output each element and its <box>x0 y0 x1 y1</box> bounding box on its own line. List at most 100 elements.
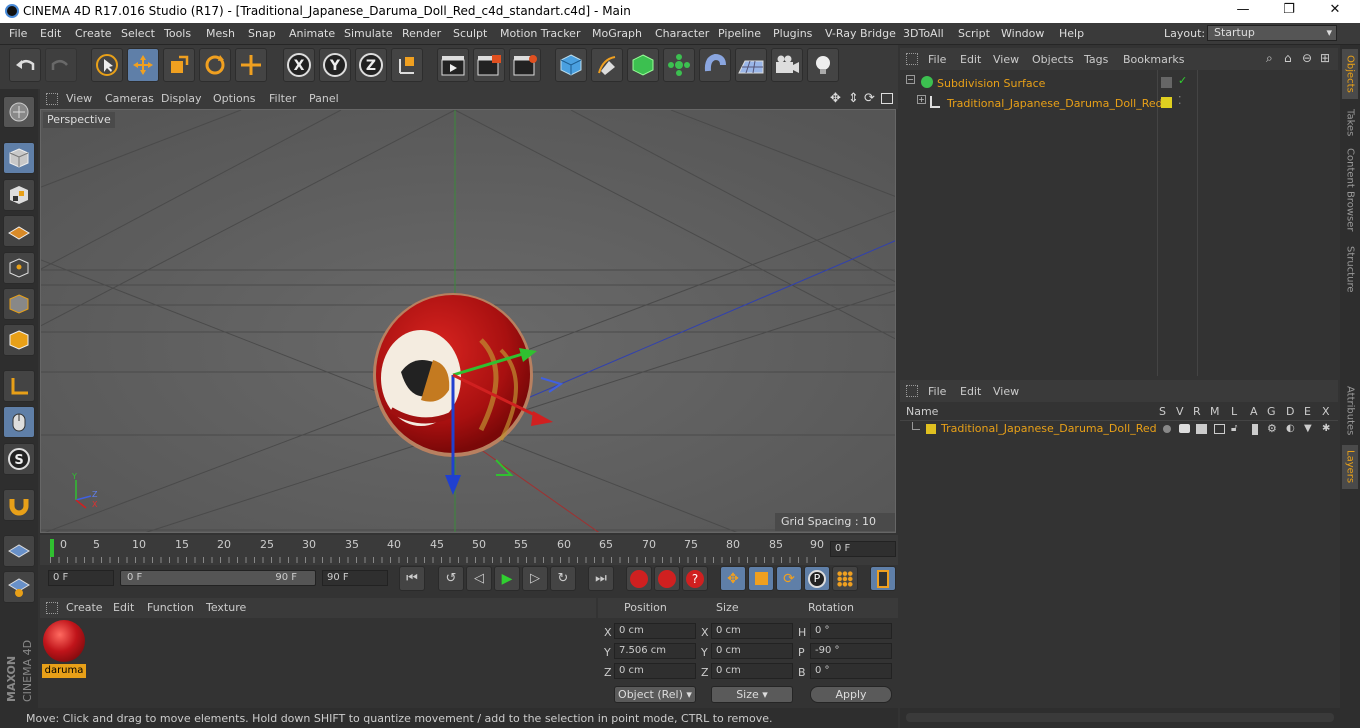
menu-snap[interactable]: Snap <box>248 27 276 40</box>
workplane-snap-button[interactable] <box>3 571 35 603</box>
y-axis-lock-button[interactable]: Y <box>319 48 351 82</box>
menu-sculpt[interactable]: Sculpt <box>453 27 487 40</box>
start-frame-field[interactable]: 0 F <box>48 570 114 586</box>
redo-button[interactable] <box>45 48 77 82</box>
viewport-menu-panel[interactable]: Panel <box>309 92 339 105</box>
deformer-icon[interactable]: ◐ <box>1286 423 1295 434</box>
animation-icon[interactable] <box>1252 424 1258 435</box>
object-menu-view[interactable]: View <box>993 53 1019 66</box>
model-mode-button[interactable] <box>3 142 35 174</box>
layer-name[interactable]: Traditional_Japanese_Daruma_Doll_Red <box>941 422 1157 435</box>
visibility-dots-icon[interactable]: ⁚ <box>1178 94 1182 107</box>
viewport-menu-cameras[interactable]: Cameras <box>105 92 154 105</box>
material-menu-create[interactable]: Create <box>66 601 103 614</box>
menu-simulate[interactable]: Simulate <box>344 27 393 40</box>
checkmark-icon[interactable]: ✓ <box>1178 74 1187 87</box>
object-menu-tags[interactable]: Tags <box>1084 53 1108 66</box>
menu-file[interactable]: File <box>9 27 27 40</box>
menu-tools[interactable]: Tools <box>164 27 191 40</box>
key-position-button[interactable]: ✥ <box>720 566 746 591</box>
object-menu-bookmarks[interactable]: Bookmarks <box>1123 53 1184 66</box>
viewport-maximize-icon[interactable] <box>881 93 893 104</box>
menu-mograph[interactable]: MoGraph <box>592 27 642 40</box>
live-selection-button[interactable] <box>91 48 123 82</box>
previous-frame-button[interactable]: ◁ <box>466 566 492 591</box>
tab-structure[interactable]: Structure <box>1342 241 1358 297</box>
add-cube-button[interactable] <box>555 48 587 82</box>
tab-objects[interactable]: Objects <box>1342 49 1358 99</box>
add-floor-button[interactable] <box>735 48 767 82</box>
pos-y-field[interactable]: 7.506 cm <box>614 643 696 659</box>
keyframe-selection-button[interactable]: ? <box>682 566 708 591</box>
minimize-button[interactable]: — <box>1220 2 1266 21</box>
menu-help[interactable]: Help <box>1059 27 1084 40</box>
pos-x-field[interactable]: 0 cm <box>614 623 696 639</box>
viewport-move-icon[interactable]: ✥ <box>830 91 841 106</box>
rot-p-field[interactable]: -90 ° <box>810 643 892 659</box>
maximize-button[interactable]: ❐ <box>1266 2 1312 21</box>
close-button[interactable]: ✕ <box>1312 2 1358 21</box>
viewport-zoom-icon[interactable]: ⇕ <box>848 91 859 106</box>
menu-motion-tracker[interactable]: Motion Tracker <box>500 27 580 40</box>
rot-h-field[interactable]: 0 ° <box>810 623 892 639</box>
layer-color-swatch[interactable] <box>926 424 936 434</box>
layer-icon[interactable]: ⊖ <box>1302 51 1312 65</box>
solo-button[interactable]: S <box>3 443 35 475</box>
menu-vray-bridge[interactable]: V-Ray Bridge <box>825 27 896 40</box>
add-light-button[interactable] <box>807 48 839 82</box>
menu-create[interactable]: Create <box>75 27 112 40</box>
generator-icon[interactable]: ⚙ <box>1267 422 1277 435</box>
next-frame-button[interactable]: ▷ <box>522 566 548 591</box>
layer-menu-file[interactable]: File <box>928 385 946 398</box>
expand-icon[interactable]: + <box>917 95 926 104</box>
tab-layers[interactable]: Layers <box>1342 445 1358 489</box>
x-axis-lock-button[interactable]: X <box>283 48 315 82</box>
z-axis-lock-button[interactable]: Z <box>355 48 387 82</box>
polygons-mode-button[interactable] <box>3 324 35 356</box>
tab-content-browser[interactable]: Content Browser <box>1342 145 1358 235</box>
new-window-icon[interactable]: ⊞ <box>1320 51 1330 65</box>
menu-script[interactable]: Script <box>958 27 990 40</box>
undo-button[interactable] <box>9 48 41 82</box>
go-to-start-button[interactable]: ⏮ <box>399 566 425 591</box>
camera-label[interactable]: Perspective <box>43 112 115 128</box>
rotate-tool-button[interactable] <box>199 48 231 82</box>
home-icon[interactable]: ⌂ <box>1284 51 1292 65</box>
edges-mode-button[interactable] <box>3 288 35 320</box>
record-keys-button[interactable] <box>626 566 652 591</box>
perspective-viewport[interactable]: Perspective Y Z X Grid Spacing : 10 cm <box>40 109 896 533</box>
go-to-end-button[interactable]: ⏭ <box>588 566 614 591</box>
object-menu-objects[interactable]: Objects <box>1032 53 1074 66</box>
layout-dropdown[interactable]: Startup ▾ <box>1207 25 1337 41</box>
object-menu-edit[interactable]: Edit <box>960 53 981 66</box>
material-swatch[interactable]: daruma <box>42 620 86 678</box>
eye-icon[interactable] <box>1179 424 1190 433</box>
render-view-button[interactable] <box>437 48 469 82</box>
coordinate-system-button[interactable] <box>391 48 423 82</box>
auto-key-button[interactable] <box>654 566 680 591</box>
add-array-button[interactable] <box>663 48 695 82</box>
layer-color-tag[interactable] <box>1161 97 1172 108</box>
rot-b-field[interactable]: 0 ° <box>810 663 892 679</box>
add-camera-button[interactable] <box>771 48 803 82</box>
solo-dot-icon[interactable] <box>1163 425 1171 433</box>
previous-key-button[interactable]: ↺ <box>438 566 464 591</box>
viewport-menu-options[interactable]: Options <box>213 92 255 105</box>
add-generator-button[interactable] <box>627 48 659 82</box>
manager-icon[interactable] <box>1214 424 1225 434</box>
object-name[interactable]: Subdivision Surface <box>937 77 1045 90</box>
material-menu-edit[interactable]: Edit <box>113 601 134 614</box>
move-tool-button[interactable] <box>127 48 159 82</box>
viewport-menu-view[interactable]: View <box>66 92 92 105</box>
playhead[interactable] <box>50 539 54 557</box>
key-scale-button[interactable] <box>748 566 774 591</box>
menu-3dtoall[interactable]: 3DToAll <box>903 27 944 40</box>
tweak-mode-button[interactable] <box>3 406 35 438</box>
pos-z-field[interactable]: 0 cm <box>614 663 696 679</box>
axis-mode-button[interactable] <box>3 370 35 402</box>
size-x-field[interactable]: 0 cm <box>711 623 793 639</box>
size-mode-dropdown[interactable]: Size ▾ <box>711 686 793 703</box>
collapse-icon[interactable]: − <box>906 75 915 84</box>
snap-button[interactable] <box>3 489 35 521</box>
coordinate-mode-dropdown[interactable]: Object (Rel) ▾ <box>614 686 696 703</box>
